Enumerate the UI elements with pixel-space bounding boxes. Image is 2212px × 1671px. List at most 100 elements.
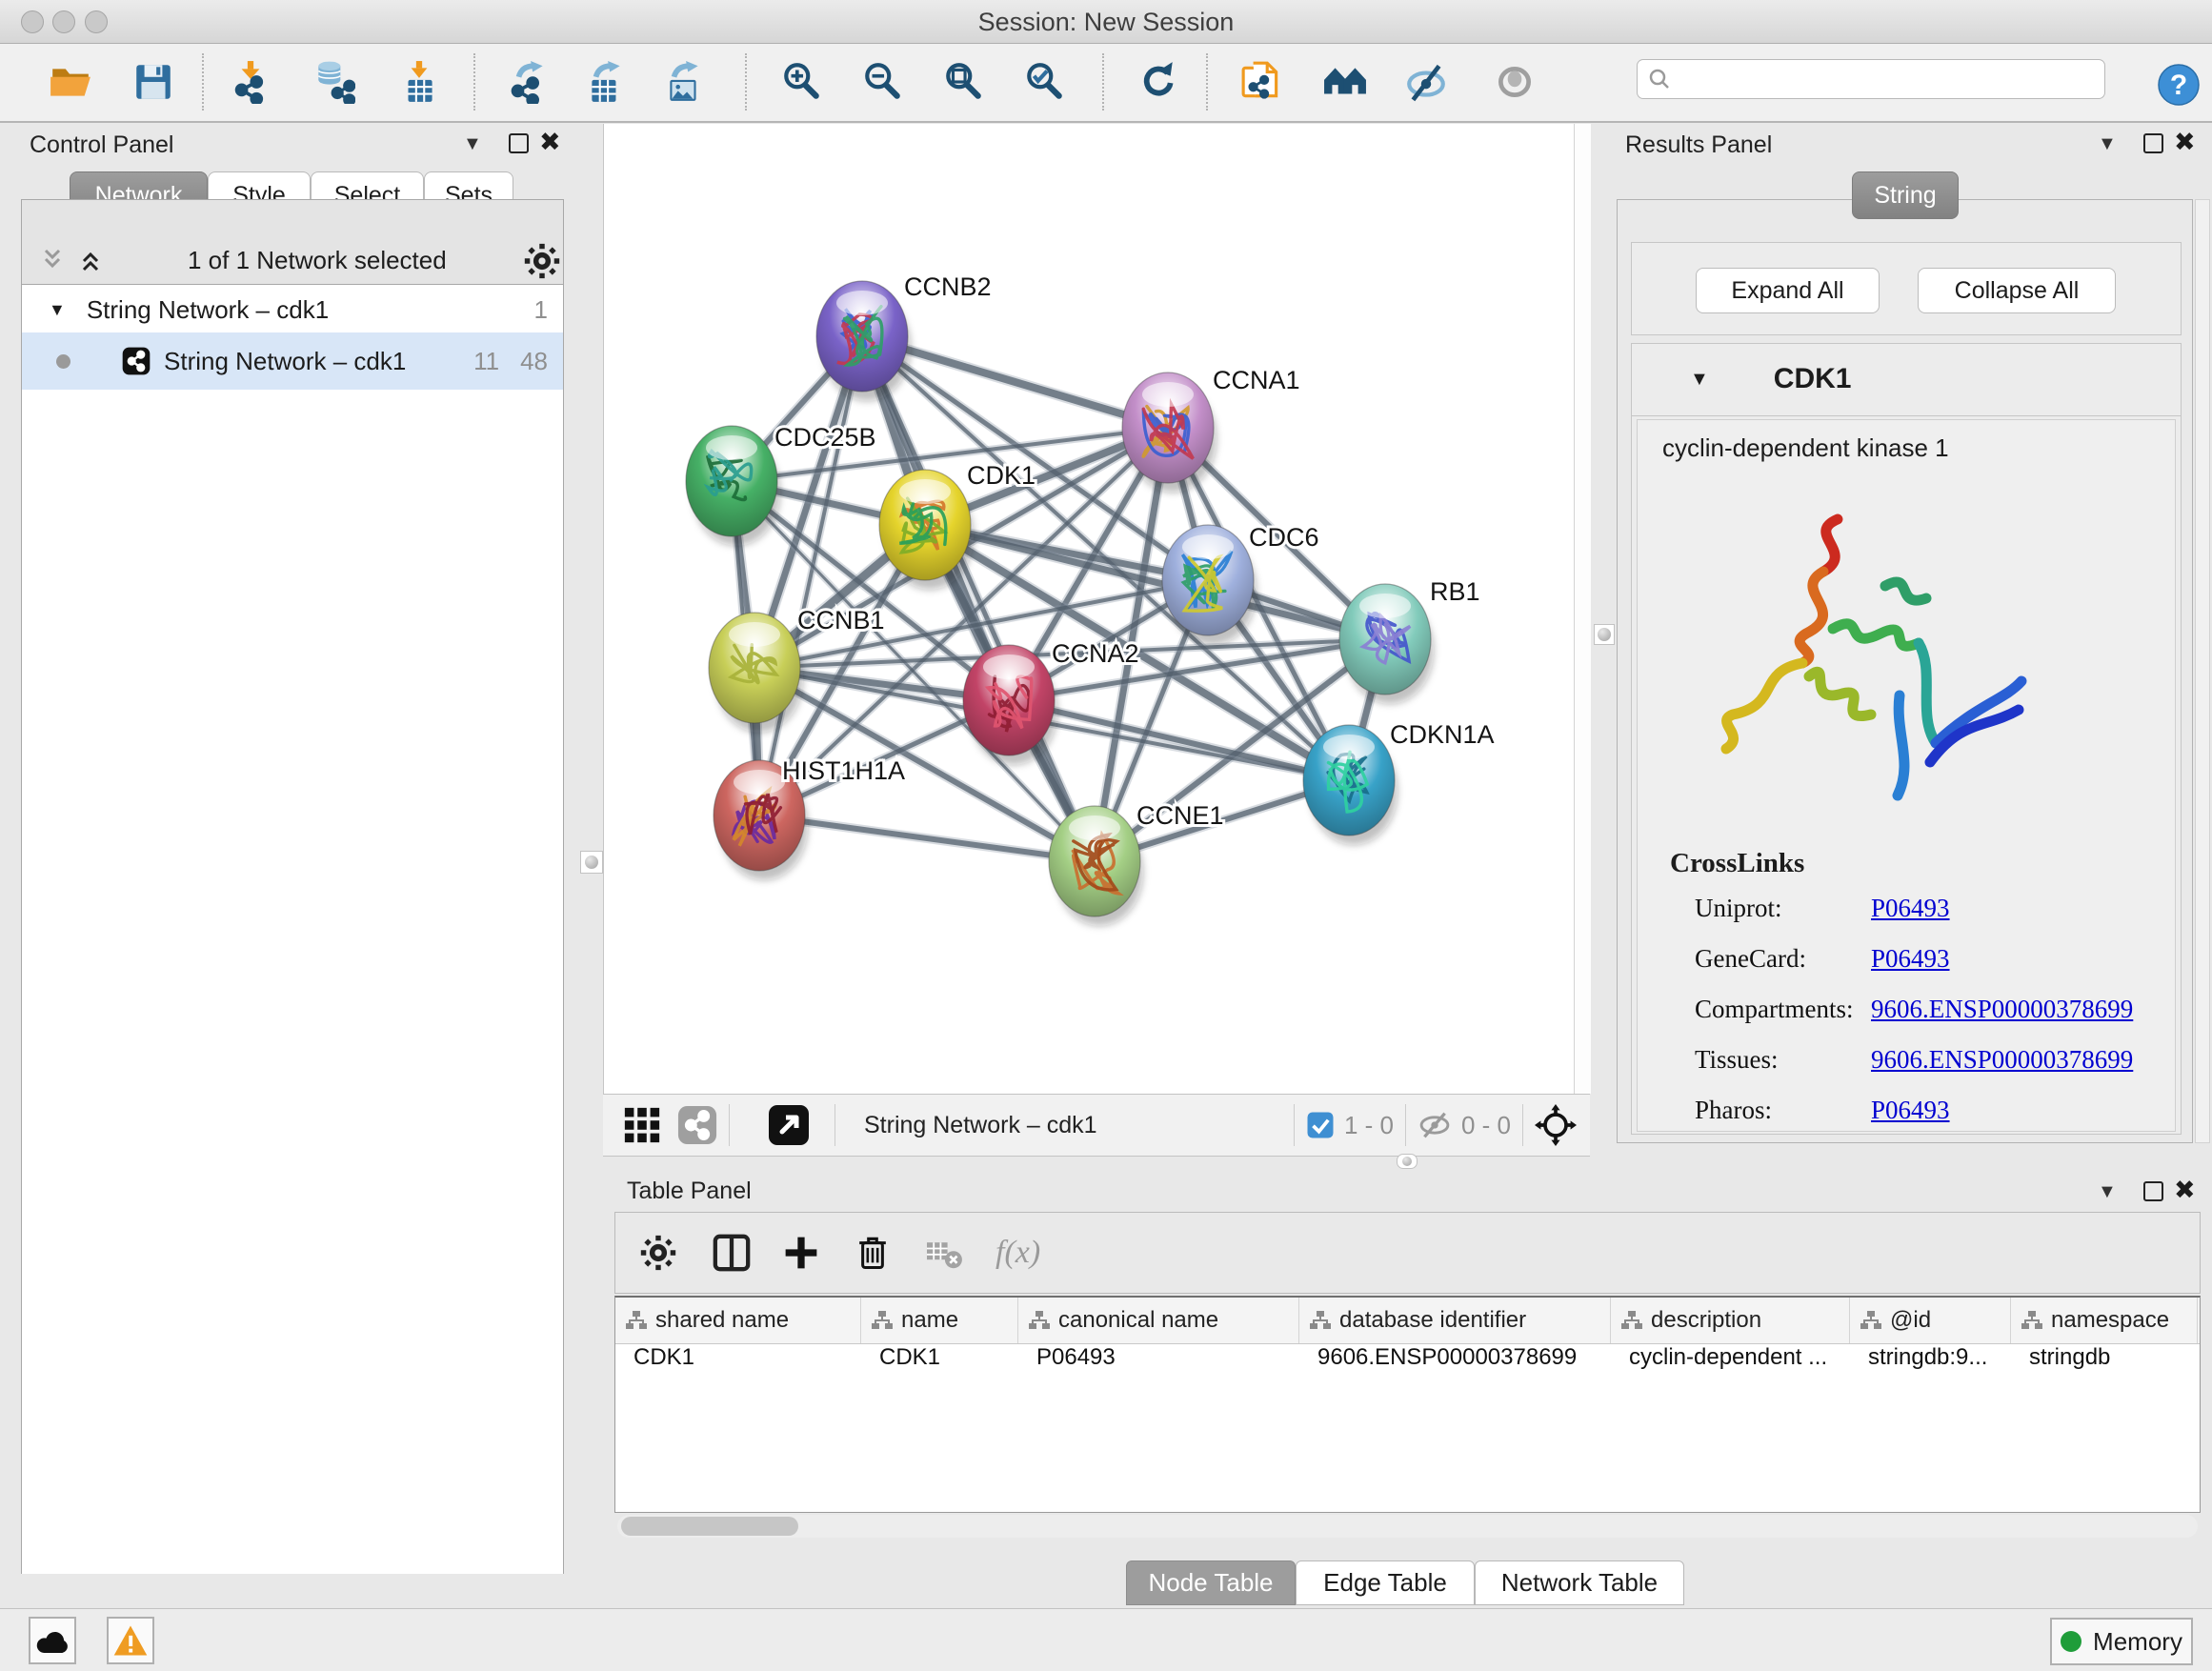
tab-node-table[interactable]: Node Table bbox=[1126, 1560, 1296, 1605]
delete-table-icon[interactable] bbox=[925, 1236, 963, 1270]
tab-network-table[interactable]: Network Table bbox=[1475, 1560, 1684, 1605]
network-node[interactable] bbox=[816, 281, 911, 401]
eye-gray-button[interactable] bbox=[1488, 55, 1541, 109]
import-network-button[interactable] bbox=[224, 55, 277, 109]
document-share-button[interactable] bbox=[1236, 55, 1289, 109]
table-cell: CDK1 bbox=[861, 1344, 1018, 1379]
collapse-all-icon[interactable] bbox=[38, 248, 69, 272]
column-header--id[interactable]: @id bbox=[1850, 1298, 2011, 1343]
warning-button[interactable] bbox=[107, 1617, 154, 1664]
delete-column-icon[interactable] bbox=[855, 1233, 891, 1273]
collapse-all-button[interactable]: Collapse All bbox=[1918, 268, 2116, 313]
grid-view-icon[interactable] bbox=[622, 1105, 662, 1145]
eye-slash-button[interactable] bbox=[1399, 55, 1453, 109]
selected-checkbox-icon[interactable] bbox=[1306, 1111, 1335, 1139]
table-toolbar: f(x) bbox=[614, 1212, 2201, 1294]
left-splitter-handle[interactable] bbox=[580, 851, 603, 874]
memory-button[interactable]: Memory bbox=[2050, 1618, 2193, 1665]
right-splitter-handle[interactable] bbox=[1594, 624, 1615, 645]
tab-edge-table[interactable]: Edge Table bbox=[1296, 1560, 1475, 1605]
network-node[interactable] bbox=[963, 645, 1057, 765]
results-panel-close-icon[interactable]: ✖ bbox=[2174, 128, 2196, 157]
search-field[interactable] bbox=[1637, 59, 2105, 99]
zoom-in-button[interactable] bbox=[775, 55, 829, 109]
table-row[interactable]: CDK1CDK1P064939606.ENSP00000378699cyclin… bbox=[615, 1344, 2200, 1379]
column-header-canonical-name[interactable]: canonical name bbox=[1018, 1298, 1299, 1343]
crosslink-link[interactable]: P06493 bbox=[1871, 1096, 1950, 1125]
open-session-button[interactable] bbox=[44, 55, 97, 109]
open-in-new-window-icon[interactable] bbox=[768, 1104, 810, 1146]
bottom-splitter-handle[interactable] bbox=[1397, 1154, 1418, 1169]
crosslink-link[interactable]: P06493 bbox=[1871, 894, 1950, 923]
network-canvas[interactable]: CCNB2CCNA1CDC25BCDK1CDC6RB1CCNB1CCNA2CDK… bbox=[603, 124, 1575, 1094]
network-graph[interactable]: CCNB2CCNA1CDC25BCDK1CDC6RB1CCNB1CCNA2CDK… bbox=[604, 124, 1575, 1094]
zoom-selected-button[interactable] bbox=[1018, 55, 1072, 109]
network-node[interactable] bbox=[709, 613, 803, 733]
control-panel-collapse-icon[interactable]: ▼ bbox=[463, 133, 482, 155]
column-header-label: description bbox=[1651, 1307, 1761, 1334]
hidden-eye-icon[interactable] bbox=[1418, 1111, 1452, 1139]
function-builder-icon[interactable]: f(x) bbox=[995, 1235, 1040, 1271]
zoom-out-button[interactable] bbox=[856, 55, 910, 109]
disclosure-triangle-icon[interactable]: ▼ bbox=[49, 300, 66, 320]
export-network-button[interactable] bbox=[502, 55, 555, 109]
column-header-shared-name[interactable]: shared name bbox=[615, 1298, 861, 1343]
network-node[interactable] bbox=[1049, 806, 1143, 926]
zoom-fit-button[interactable] bbox=[937, 55, 991, 109]
table-gear-icon[interactable] bbox=[639, 1234, 677, 1272]
save-session-button[interactable] bbox=[127, 55, 180, 109]
control-panel-float-icon[interactable] bbox=[509, 133, 529, 153]
tab-string[interactable]: String bbox=[1852, 171, 1959, 219]
network-node[interactable] bbox=[1339, 584, 1434, 704]
table-panel-close-icon[interactable]: ✖ bbox=[2174, 1176, 2196, 1205]
houses-button[interactable] bbox=[1318, 55, 1372, 109]
table-hscrollbar-thumb[interactable] bbox=[621, 1517, 798, 1536]
export-table-button[interactable] bbox=[579, 55, 633, 109]
table-panel-float-icon[interactable] bbox=[2143, 1181, 2163, 1201]
column-header-namespace[interactable]: namespace bbox=[2011, 1298, 2198, 1343]
gene-header-row[interactable]: ▼ CDK1 bbox=[1631, 343, 2182, 416]
cloud-button[interactable] bbox=[29, 1617, 76, 1664]
table-hscrollbar-track[interactable] bbox=[617, 1515, 2198, 1538]
results-panel-scrollbar[interactable] bbox=[2195, 199, 2210, 1143]
birdseye-crosshair-icon[interactable] bbox=[1535, 1104, 1577, 1146]
gear-icon[interactable] bbox=[523, 242, 561, 280]
columns-icon[interactable] bbox=[712, 1233, 752, 1273]
export-image-icon bbox=[662, 60, 706, 104]
crosslink-row: GeneCard:P06493 bbox=[1695, 934, 2175, 984]
column-header-name[interactable]: name bbox=[861, 1298, 1018, 1343]
crosslink-link[interactable]: 9606.ENSP00000378699 bbox=[1871, 1045, 2133, 1075]
table-panel-collapse-icon[interactable]: ▼ bbox=[2098, 1181, 2117, 1203]
network-node[interactable] bbox=[1303, 725, 1398, 845]
expand-all-icon[interactable] bbox=[76, 248, 107, 272]
crosslink-link[interactable]: 9606.ENSP00000378699 bbox=[1871, 995, 2133, 1024]
expand-all-button[interactable]: Expand All bbox=[1696, 268, 1880, 313]
refresh-button[interactable] bbox=[1130, 55, 1183, 109]
export-image-button[interactable] bbox=[657, 55, 711, 109]
selected-counts: 1 - 0 bbox=[1344, 1111, 1394, 1140]
network-vertical-scrollbar[interactable] bbox=[1574, 124, 1591, 1094]
network-row[interactable]: String Network – cdk1 11 48 bbox=[22, 332, 563, 390]
import-network-database-button[interactable] bbox=[307, 55, 360, 109]
network-view-toolbar: String Network – cdk1 1 - 0 0 - 0 bbox=[603, 1094, 1590, 1157]
help-button[interactable]: ? bbox=[2152, 58, 2205, 111]
expand-all-label: Expand All bbox=[1731, 277, 1843, 305]
gene-disclosure-icon[interactable]: ▼ bbox=[1690, 369, 1709, 391]
control-panel-close-icon[interactable]: ✖ bbox=[539, 128, 561, 157]
svg-text:?: ? bbox=[2170, 70, 2187, 101]
results-panel-float-icon[interactable] bbox=[2143, 133, 2163, 153]
column-header-description[interactable]: description bbox=[1611, 1298, 1850, 1343]
crosslink-link[interactable]: P06493 bbox=[1871, 944, 1950, 974]
search-input[interactable] bbox=[1672, 65, 2076, 93]
crosslink-row: Uniprot:P06493 bbox=[1695, 883, 2175, 934]
network-node[interactable] bbox=[686, 426, 780, 546]
add-column-icon[interactable] bbox=[782, 1234, 820, 1272]
share-view-icon[interactable] bbox=[677, 1105, 717, 1145]
results-panel-collapse-icon[interactable]: ▼ bbox=[2098, 133, 2117, 155]
column-header-database-identifier[interactable]: database identifier bbox=[1299, 1298, 1611, 1343]
network-label: String Network – cdk1 bbox=[164, 347, 406, 376]
column-header-label: database identifier bbox=[1339, 1307, 1526, 1334]
import-table-button[interactable] bbox=[392, 55, 446, 109]
network-collection-row[interactable]: ▼ String Network – cdk1 1 bbox=[22, 287, 563, 332]
tab-string-label: String bbox=[1874, 182, 1936, 210]
